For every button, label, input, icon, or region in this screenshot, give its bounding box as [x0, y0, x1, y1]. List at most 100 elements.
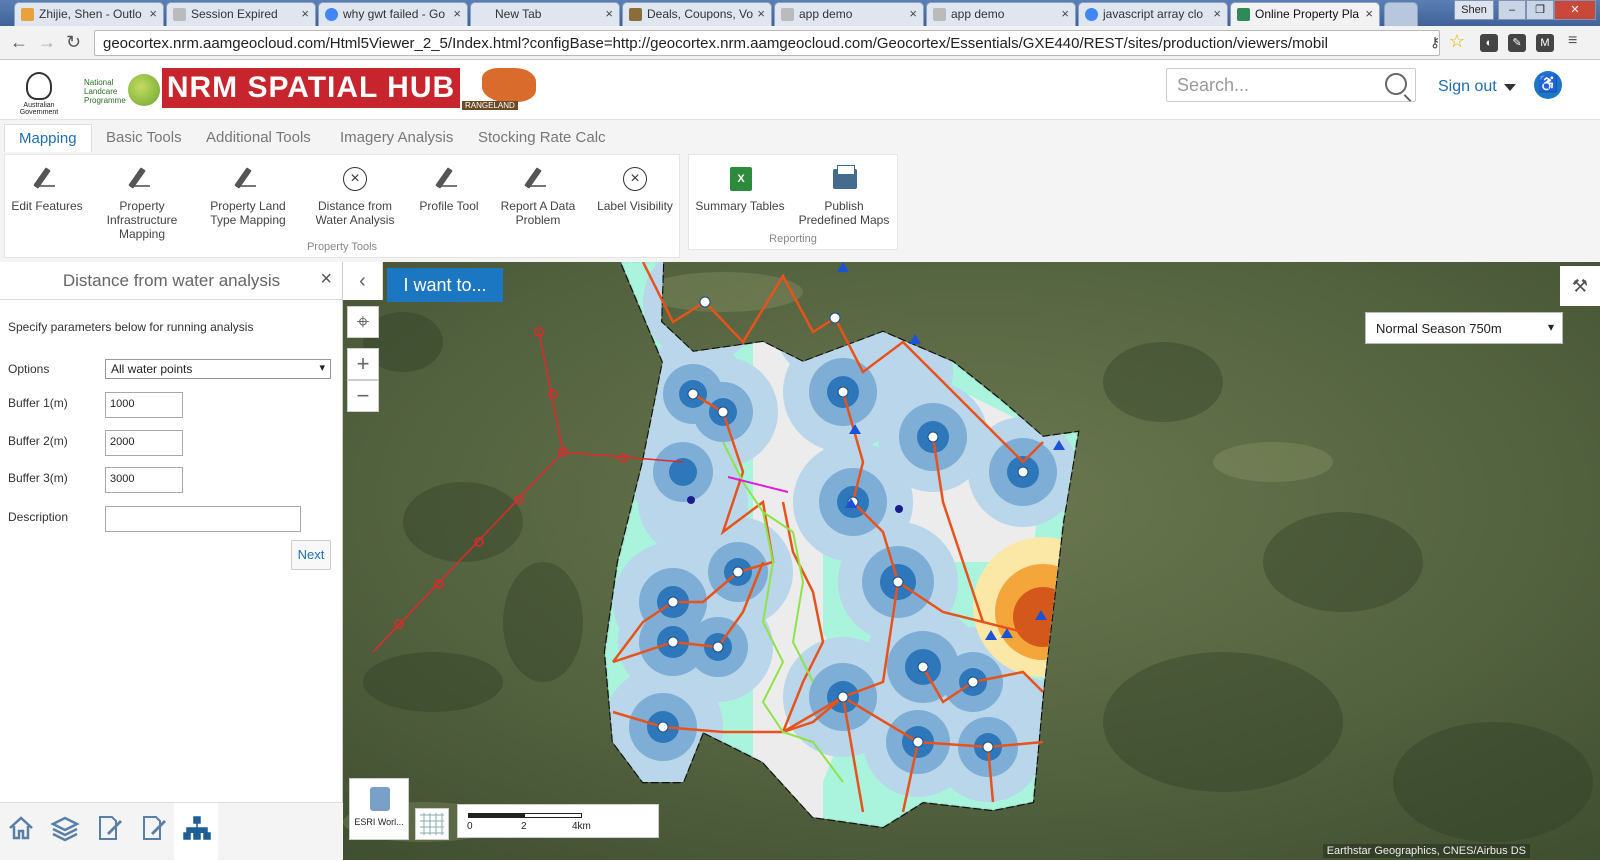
profile-tool-button[interactable]: Profile Tool — [411, 165, 487, 213]
extension-icon[interactable]: ✎ — [1508, 34, 1526, 52]
browser-tab-google-search[interactable]: why gwt failed - Go × — [318, 2, 468, 26]
page-icon — [629, 8, 642, 21]
property-land-type-mapping-button[interactable]: Property Land Type Mapping — [205, 165, 291, 227]
map-view[interactable]: ‹ I want to... ⌖ + − ⚒ Normal Season 750… — [343, 262, 1600, 860]
back-arrow-icon[interactable]: ← — [10, 32, 28, 53]
browser-tab-outlook[interactable]: Zhijie, Shen - Outlo × — [14, 2, 164, 26]
buffer2-input[interactable]: 2000 — [105, 430, 183, 456]
locate-icon[interactable]: ⌖ — [347, 306, 379, 338]
collapse-panel-button[interactable]: ‹ — [343, 262, 383, 300]
layers-icon[interactable] — [50, 813, 80, 843]
ribbon-toolbar: Edit Features Property Infrastructure Ma… — [0, 152, 1600, 262]
tab-additional-tools[interactable]: Additional Tools — [192, 124, 325, 152]
search-icon[interactable] — [1385, 73, 1407, 95]
close-tab-icon[interactable]: × — [909, 6, 917, 21]
description-input[interactable] — [105, 506, 301, 532]
group-label: Property Tools — [306, 241, 378, 253]
search-input[interactable]: Search... — [1166, 68, 1416, 102]
star-icon[interactable]: ☆ — [1448, 32, 1466, 50]
browser-tab-online-property[interactable]: Online Property Pla × — [1230, 2, 1380, 26]
panel-title: Distance from water analysis — [0, 262, 343, 300]
map-canvas[interactable] — [343, 262, 1600, 860]
property-tools-group: Edit Features Property Infrastructure Ma… — [4, 154, 680, 258]
rangeland-logo: RANGELAND — [462, 68, 540, 110]
tools-icon[interactable]: ⚒ — [1560, 266, 1600, 306]
browser-tab-deals[interactable]: Deals, Coupons, Vo × — [622, 2, 772, 26]
buffer3-input[interactable]: 3000 — [105, 467, 183, 493]
profile-badge[interactable]: Shen — [1454, 0, 1494, 20]
hierarchy-icon[interactable] — [182, 813, 212, 843]
i-want-to-menu[interactable]: I want to... — [387, 268, 503, 302]
close-tab-icon[interactable]: × — [453, 6, 461, 21]
close-tab-icon[interactable]: × — [605, 6, 613, 21]
pencil-ruler-icon — [128, 165, 156, 193]
menu-icon[interactable]: ≡ — [1568, 32, 1577, 50]
maximize-button[interactable]: ❐ — [1526, 0, 1554, 20]
google-icon — [1085, 8, 1098, 21]
crest-icon — [26, 72, 52, 100]
url-input[interactable]: geocortex.nrm.aamgeocloud.com/Html5Viewe… — [94, 30, 1440, 56]
spreadsheet-icon: X — [726, 165, 754, 193]
key-icon[interactable]: ⚷ — [1426, 33, 1444, 51]
home-icon[interactable] — [6, 813, 36, 843]
minimize-button[interactable]: – — [1498, 0, 1526, 20]
close-window-button[interactable]: ✕ — [1554, 0, 1596, 20]
reload-icon[interactable]: ↻ — [66, 32, 81, 53]
sign-out-link[interactable]: Sign out — [1438, 78, 1497, 96]
new-tab-button[interactable] — [1384, 2, 1418, 26]
map-attribution: Earthstar Geographics, CNES/Airbus DS — [1322, 844, 1530, 858]
extension-icon[interactable]: M — [1536, 34, 1554, 52]
map-pin-icon — [370, 787, 390, 811]
buffer2-label: Buffer 2(m) — [8, 434, 68, 448]
pencil-ruler-icon — [524, 165, 552, 193]
browser-tab-session-expired[interactable]: Session Expired × — [166, 2, 316, 26]
close-tab-icon[interactable]: × — [301, 6, 309, 21]
publish-predefined-maps-button[interactable]: Publish Predefined Maps — [797, 165, 891, 227]
label-visibility-button[interactable]: × Label Visibility — [595, 165, 675, 213]
close-tab-icon[interactable]: × — [1365, 6, 1373, 21]
summary-tables-button[interactable]: X Summary Tables — [695, 165, 785, 213]
close-tab-icon[interactable]: × — [1061, 6, 1069, 21]
pencil-ruler-icon — [33, 165, 61, 193]
tab-mapping[interactable]: Mapping — [4, 124, 92, 152]
site-icon — [1237, 8, 1250, 21]
description-label: Description — [8, 510, 69, 524]
close-tab-icon[interactable]: × — [1213, 6, 1221, 21]
group-label: Reporting — [769, 233, 817, 245]
report-data-problem-button[interactable]: Report A Data Problem — [499, 165, 577, 227]
tab-imagery-analysis[interactable]: Imagery Analysis — [326, 124, 467, 152]
season-select[interactable]: Normal Season 750m — [1365, 312, 1563, 344]
edit-features-button[interactable]: Edit Features — [11, 165, 83, 213]
browser-tab-app-demo-2[interactable]: app demo × — [926, 2, 1076, 26]
browser-tab-strip: Zhijie, Shen - Outlo × Session Expired × w… — [0, 0, 1600, 26]
options-select[interactable]: All water points — [105, 359, 331, 379]
extension-icon[interactable]: ◐ — [1480, 34, 1498, 52]
basemap-switcher[interactable]: ESRI Worl... — [349, 778, 409, 840]
national-landcare-logo: National Landcare Programme — [84, 78, 126, 105]
app-header: Australian Government National Landcare … — [0, 60, 1600, 120]
panel-instructions: Specify parameters below for running ana… — [8, 320, 254, 334]
accessibility-icon[interactable]: ♿ — [1534, 71, 1562, 99]
forward-arrow-icon[interactable]: → — [38, 32, 56, 53]
next-button[interactable]: Next — [291, 540, 331, 570]
buffer1-input[interactable]: 1000 — [105, 392, 183, 418]
browser-tab-javascript[interactable]: javascript array clo × — [1078, 2, 1228, 26]
circle-x-icon: × — [621, 165, 649, 193]
close-tab-icon[interactable]: × — [149, 6, 157, 21]
map-grid-icon[interactable] — [415, 808, 449, 840]
tab-stocking-rate-calc[interactable]: Stocking Rate Calc — [464, 124, 620, 152]
browser-tab-new-tab[interactable]: New Tab × — [470, 2, 620, 26]
ribbon-tabs: Mapping Basic Tools Additional Tools Ima… — [0, 120, 1600, 152]
chevron-down-icon[interactable] — [1504, 84, 1516, 91]
browser-tab-app-demo-1[interactable]: app demo × — [774, 2, 924, 26]
close-icon[interactable]: × — [320, 268, 332, 291]
australia-map-icon — [482, 68, 536, 102]
close-tab-icon[interactable]: × — [757, 6, 765, 21]
property-infrastructure-mapping-button[interactable]: Property Infrastructure Mapping — [101, 165, 183, 241]
zoom-out-button[interactable]: − — [347, 380, 379, 412]
edit-document-icon[interactable] — [94, 813, 124, 843]
distance-from-water-analysis-button[interactable]: × Distance from Water Analysis — [311, 165, 399, 227]
tab-basic-tools[interactable]: Basic Tools — [92, 124, 196, 152]
zoom-in-button[interactable]: + — [347, 348, 379, 380]
notes-icon[interactable] — [138, 813, 168, 843]
